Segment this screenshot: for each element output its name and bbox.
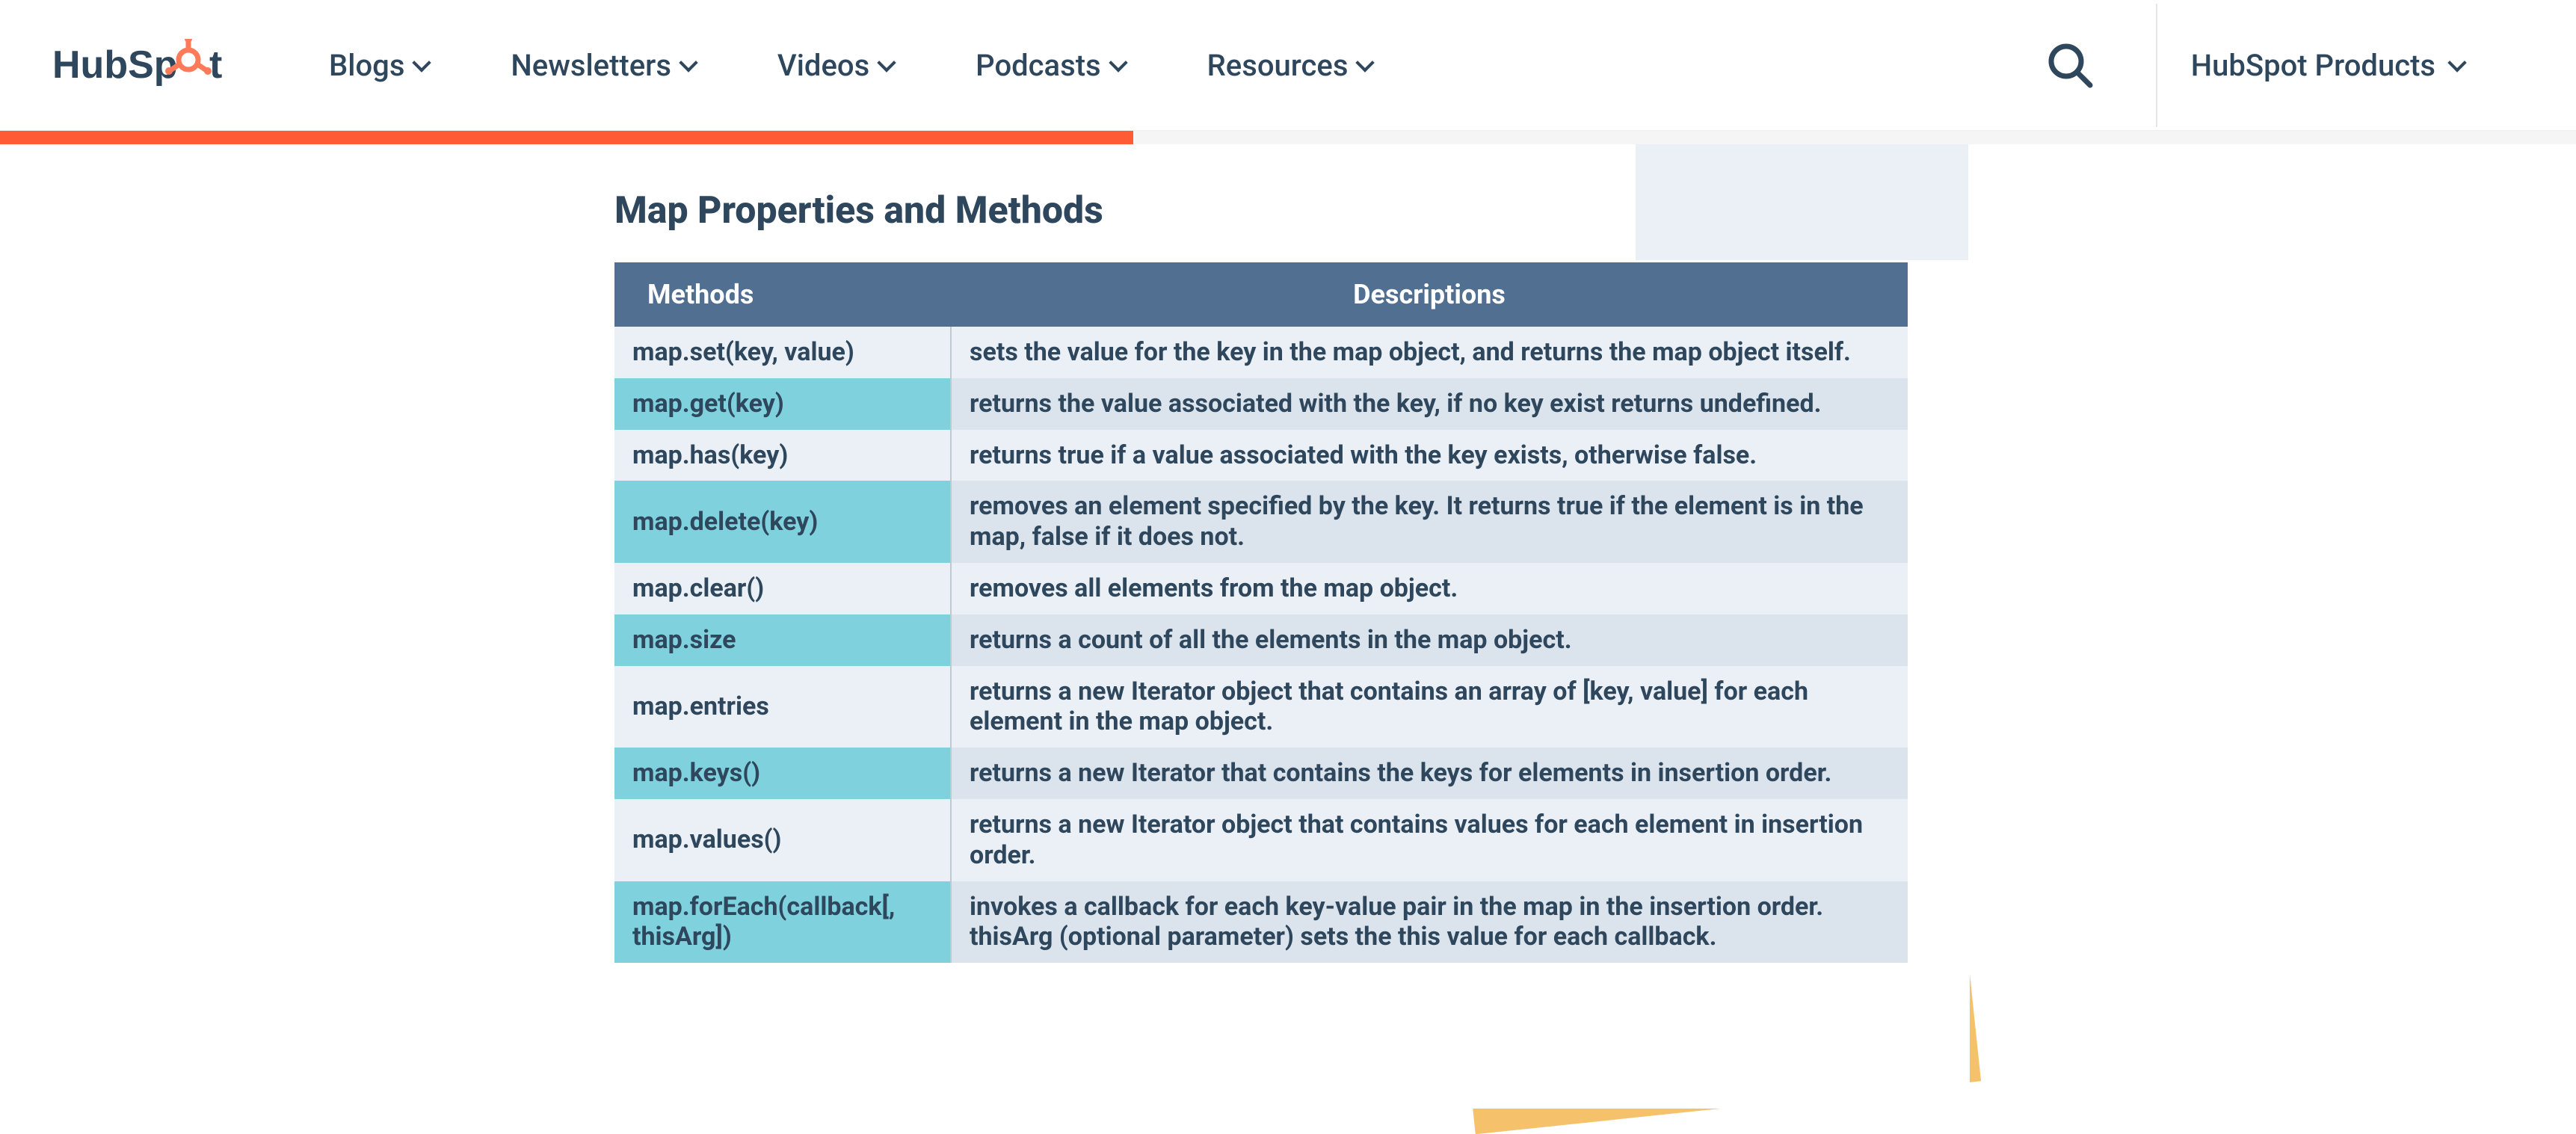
method-cell: map.size — [614, 614, 951, 666]
top-navigation: HubSp t Blogs Newsletters Videos — [0, 0, 2576, 131]
nav-blogs[interactable]: Blogs — [329, 48, 428, 83]
methods-table: Methods Descriptions map.set(key, value)… — [614, 262, 1908, 963]
description-cell: returns a new Iterator that contains the… — [951, 748, 1908, 799]
chevron-down-icon — [413, 53, 431, 72]
method-cell: map.has(key) — [614, 430, 951, 481]
method-cell: map.entries — [614, 666, 951, 748]
method-cell: map.delete(key) — [614, 481, 951, 563]
table-header-descriptions: Descriptions — [951, 262, 1908, 327]
divider — [2156, 4, 2157, 127]
description-cell: removes an element specified by the key.… — [951, 481, 1908, 563]
description-cell: removes all elements from the map object… — [951, 563, 1908, 614]
primary-nav: Blogs Newsletters Videos Podcasts Resour… — [329, 48, 1991, 83]
nav-label: Videos — [777, 48, 869, 83]
description-cell: invokes a callback for each key-value pa… — [951, 881, 1908, 964]
chevron-down-icon — [877, 53, 896, 72]
nav-label: Resources — [1207, 48, 1349, 83]
nav-hubspot-products[interactable]: HubSpot Products — [2191, 48, 2464, 83]
chevron-down-icon — [679, 53, 697, 72]
description-cell: returns the value associated with the ke… — [951, 378, 1908, 430]
table-row: map.clear()removes all elements from the… — [614, 563, 1908, 614]
table-row: map.keys()returns a new Iterator that co… — [614, 748, 1908, 799]
table-row: map.entriesreturns a new Iterator object… — [614, 666, 1908, 748]
method-cell: map.keys() — [614, 748, 951, 799]
description-cell: returns a count of all the elements in t… — [951, 614, 1908, 666]
section-heading: Map Properties and Methods — [614, 189, 1908, 232]
nav-podcasts[interactable]: Podcasts — [976, 48, 1124, 83]
reading-progress — [0, 131, 2576, 144]
svg-text:HubSp: HubSp — [52, 43, 178, 87]
table-row: map.delete(key)removes an element specif… — [614, 481, 1908, 563]
table-row: map.get(key)returns the value associated… — [614, 378, 1908, 430]
table-header-methods: Methods — [614, 262, 951, 327]
chevron-down-icon — [1356, 53, 1375, 72]
nav-label: Blogs — [329, 48, 404, 83]
nav-label: Newsletters — [511, 48, 671, 83]
page-content: Map Properties and Methods Methods Descr… — [0, 144, 2576, 1082]
method-cell: map.values() — [614, 799, 951, 881]
method-cell: map.get(key) — [614, 378, 951, 430]
table-row: map.set(key, value)sets the value for th… — [614, 327, 1908, 378]
table-row: map.sizereturns a count of all the eleme… — [614, 614, 1908, 666]
nav-label: HubSpot Products — [2191, 48, 2435, 83]
table-row: map.forEach(callback[, thisArg])invokes … — [614, 881, 1908, 964]
chevron-down-icon — [2447, 53, 2466, 72]
description-cell: returns a new Iterator object that conta… — [951, 666, 1908, 748]
reading-progress-bar — [0, 131, 1133, 144]
method-cell: map.forEach(callback[, thisArg]) — [614, 881, 951, 964]
table-row: map.has(key)returns true if a value asso… — [614, 430, 1908, 481]
nav-label: Podcasts — [976, 48, 1100, 83]
description-cell: sets the value for the key in the map ob… — [951, 327, 1908, 378]
nav-newsletters[interactable]: Newsletters — [511, 48, 695, 83]
table-row: map.values()returns a new Iterator objec… — [614, 799, 1908, 881]
nav-resources[interactable]: Resources — [1207, 48, 1372, 83]
svg-text:t: t — [209, 43, 222, 87]
search-icon[interactable] — [2044, 39, 2096, 91]
description-cell: returns true if a value associated with … — [951, 430, 1908, 481]
method-cell: map.clear() — [614, 563, 951, 614]
method-cell: map.set(key, value) — [614, 327, 951, 378]
description-cell: returns a new Iterator object that conta… — [951, 799, 1908, 881]
hubspot-logo[interactable]: HubSp t — [52, 39, 247, 91]
nav-videos[interactable]: Videos — [777, 48, 893, 83]
article-body: Map Properties and Methods Methods Descr… — [614, 189, 1908, 963]
chevron-down-icon — [1109, 53, 1127, 72]
